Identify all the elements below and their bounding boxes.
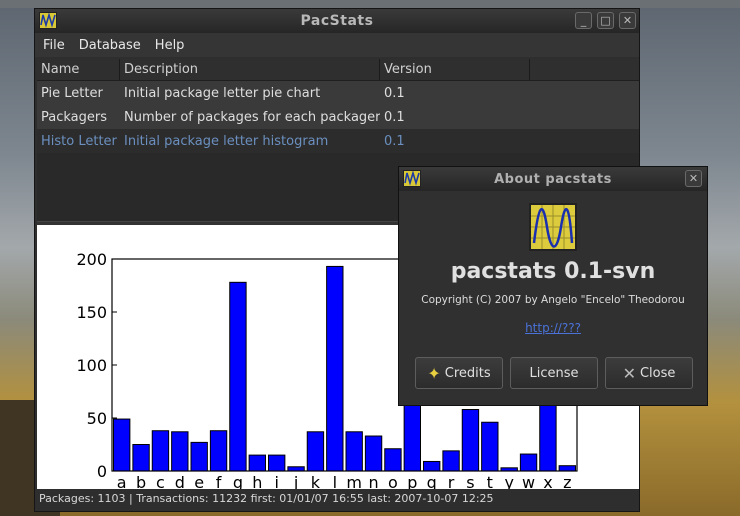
histogram-bar [248, 454, 266, 472]
close-x-icon: ✕ [622, 363, 636, 383]
about-dialog: About pacstats ✕ pacstats 0.1-svn Copyri… [398, 166, 708, 406]
histogram-bar [539, 404, 557, 472]
row-description: Number of packages for each packager [124, 109, 380, 125]
x-tick-label: i [274, 473, 278, 489]
close-button[interactable]: ✕ Close [605, 357, 693, 389]
about-app-name: pacstats 0.1-svn [450, 259, 656, 284]
minimize-icon[interactable]: _ [575, 12, 592, 29]
list-item[interactable]: Pie Letter Initial package letter pie ch… [37, 81, 639, 105]
histogram-bar [209, 430, 228, 472]
list-header: Name Description Version [37, 59, 639, 81]
histogram-bar [287, 466, 305, 472]
main-titlebar[interactable]: PacStats _ □ ✕ [35, 9, 639, 33]
histogram-bar [558, 465, 576, 472]
maximize-icon[interactable]: □ [597, 12, 614, 29]
histogram-bar [442, 450, 460, 472]
x-tick-label: z [563, 473, 571, 489]
histogram-bar [151, 430, 170, 472]
y-tick-label: 50 [87, 409, 107, 428]
menubar: File Database Help [35, 33, 639, 57]
histogram-bar [171, 431, 189, 472]
x-tick-label: r [448, 473, 455, 489]
row-name: Pie Letter [41, 85, 103, 101]
pacstats-logo-icon [529, 203, 577, 251]
window-title: PacStats [300, 13, 374, 29]
histogram-bar [461, 409, 480, 472]
x-tick-label: m [346, 473, 362, 489]
histogram-bar [113, 418, 131, 472]
close-label: Close [639, 365, 676, 381]
column-name[interactable]: Name [37, 59, 120, 80]
app-logo-icon [403, 170, 421, 187]
x-tick-label: p [407, 473, 417, 489]
x-tick-label: c [156, 473, 165, 489]
histogram-bar [132, 444, 150, 472]
column-version[interactable]: Version [380, 59, 530, 80]
about-titlebar[interactable]: About pacstats ✕ [399, 167, 707, 191]
row-version: 0.1 [384, 133, 405, 149]
license-button[interactable]: License [510, 357, 598, 389]
histogram-bar [364, 435, 383, 472]
app-logo-icon [39, 12, 57, 29]
y-tick-label: 150 [76, 303, 107, 322]
y-tick-label: 200 [76, 250, 107, 269]
about-website-link[interactable]: http://??? [399, 321, 707, 335]
status-bar: Packages: 1103 | Transactions: 11232 fir… [35, 489, 639, 511]
row-version: 0.1 [384, 85, 405, 101]
histogram-bar [481, 421, 499, 472]
x-tick-label: q [427, 473, 437, 489]
x-tick-label: e [194, 473, 204, 489]
x-tick-label: f [216, 473, 222, 489]
x-tick-label: o [388, 473, 398, 489]
menu-file[interactable]: File [43, 38, 65, 53]
close-icon[interactable]: ✕ [685, 170, 702, 187]
y-tick-label: 0 [97, 462, 107, 481]
histogram-bar [345, 431, 363, 472]
histogram-bar [268, 454, 286, 472]
x-tick-label: d [175, 473, 185, 489]
list-item[interactable]: Packagers Number of packages for each pa… [37, 105, 639, 129]
row-description: Initial package letter histogram [124, 133, 329, 149]
about-copyright: Copyright (C) 2007 by Angelo "Encelo" Th… [421, 294, 685, 306]
x-tick-label: x [543, 473, 552, 489]
histogram-bar [403, 404, 421, 472]
credits-label: Credits [444, 365, 491, 381]
x-tick-label: s [466, 473, 474, 489]
x-tick-label: w [522, 473, 535, 489]
x-tick-label: n [368, 473, 378, 489]
x-tick-label: k [311, 473, 321, 489]
menu-help[interactable]: Help [155, 38, 185, 53]
x-tick-label: g [233, 473, 243, 489]
x-tick-label: a [117, 473, 127, 489]
histogram-bar [306, 431, 325, 472]
histogram-bar [229, 281, 247, 472]
row-name: Packagers [41, 109, 108, 125]
histogram-bar [190, 441, 208, 472]
histogram-bar [519, 453, 538, 472]
license-label: License [529, 365, 579, 381]
x-tick-label: t [487, 473, 493, 489]
x-tick-label: l [333, 473, 337, 489]
histogram-bar [384, 448, 402, 472]
about-title: About pacstats [494, 171, 612, 187]
x-tick-label: h [252, 473, 262, 489]
column-description[interactable]: Description [120, 59, 380, 80]
y-tick-label: 100 [76, 356, 107, 375]
row-name: Histo Letter [41, 133, 117, 149]
row-version: 0.1 [384, 109, 405, 125]
x-tick-label: j [293, 473, 298, 489]
x-tick-label: b [136, 473, 146, 489]
list-item-selected[interactable]: Histo Letter Initial package letter hist… [37, 129, 639, 153]
histogram-bar [326, 265, 344, 472]
row-description: Initial package letter pie chart [124, 85, 321, 101]
histogram-bar [423, 460, 441, 472]
x-tick-label: y [504, 473, 513, 489]
menu-database[interactable]: Database [79, 38, 141, 53]
close-icon[interactable]: ✕ [619, 12, 636, 29]
credits-button[interactable]: ✦ Credits [415, 357, 503, 389]
star-icon: ✦ [427, 363, 441, 383]
desktop-background [0, 0, 740, 8]
